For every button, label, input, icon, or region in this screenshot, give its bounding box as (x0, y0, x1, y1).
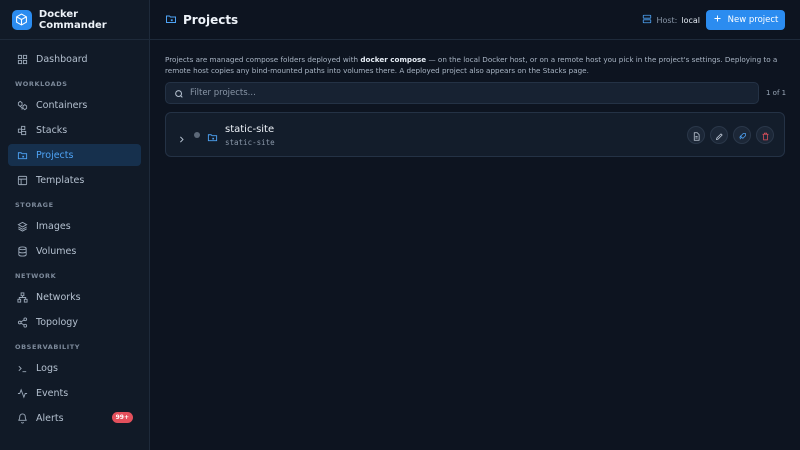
status-dot (194, 132, 200, 138)
section-label-observability: OBSERVABILITY (15, 343, 81, 351)
server-icon (642, 14, 652, 26)
new-project-button[interactable]: New project (706, 10, 785, 30)
delete-button[interactable] (756, 126, 774, 144)
deploy-button[interactable] (733, 126, 751, 144)
containers-icon (16, 99, 28, 111)
sidebar-item-dashboard[interactable]: Dashboard (8, 48, 141, 70)
sidebar-item-label: Topology (36, 316, 78, 328)
description-text: Projects are managed compose folders dep… (165, 55, 361, 64)
sidebar-item-label: Containers (36, 99, 88, 111)
sidebar: Docker Commander Dashboard WORKLOADS Con… (0, 0, 150, 450)
description-bold: docker compose (360, 55, 427, 64)
file-text-icon (692, 126, 701, 145)
cube-logo-icon (12, 9, 32, 30)
host-value: local (681, 15, 700, 25)
sidebar-item-label: Dashboard (36, 53, 88, 65)
sidebar-item-label: Templates (36, 174, 85, 186)
sidebar-nav: Dashboard WORKLOADS Containers Stacks Pr… (0, 40, 149, 429)
page-description: Projects are managed compose folders dep… (165, 55, 787, 76)
sidebar-item-label: Images (36, 220, 71, 232)
sidebar-item-label: Stacks (36, 124, 68, 136)
app-name: Docker Commander (38, 8, 107, 31)
folder-icon (165, 10, 177, 29)
sidebar-item-stacks[interactable]: Stacks (8, 119, 141, 141)
project-name[interactable]: static-site (225, 124, 274, 135)
edit-button[interactable] (710, 126, 728, 144)
pencil-icon (715, 126, 724, 145)
folder-icon (16, 149, 28, 161)
sidebar-item-label: Projects (36, 149, 74, 161)
sidebar-item-templates[interactable]: Templates (8, 169, 141, 191)
plus-icon (713, 14, 722, 26)
section-label-workloads: WORKLOADS (15, 80, 68, 88)
sidebar-item-label: Volumes (36, 245, 77, 257)
filter-box[interactable] (165, 82, 759, 104)
section-label-network: NETWORK (15, 272, 57, 280)
database-icon (16, 245, 28, 257)
sidebar-item-logs[interactable]: Logs (8, 357, 141, 379)
share-nodes-icon (16, 316, 28, 328)
alerts-count-badge: 99+ (111, 412, 133, 423)
host-label: Host: (656, 15, 678, 25)
sidebar-item-label: Events (36, 387, 69, 399)
sidebar-item-topology[interactable]: Topology (8, 311, 141, 333)
layers-icon (16, 220, 28, 232)
bell-icon (16, 412, 28, 424)
sidebar-item-containers[interactable]: Containers (8, 94, 141, 116)
sidebar-item-projects[interactable]: Projects (8, 144, 141, 166)
host-selector[interactable]: Host: local (642, 14, 700, 26)
chevron-right-icon[interactable] (177, 129, 186, 148)
sidebar-item-label: Networks (36, 291, 81, 303)
trash-icon (761, 126, 770, 145)
sidebar-item-networks[interactable]: Networks (8, 286, 141, 308)
brand[interactable]: Docker Commander (0, 0, 149, 40)
new-project-label: New project (727, 15, 779, 25)
view-file-button[interactable] (687, 126, 705, 144)
pagination-count: 1 of 1 (766, 89, 787, 97)
sidebar-item-events[interactable]: Events (8, 382, 141, 404)
stacks-icon (16, 124, 28, 136)
section-label-storage: STORAGE (15, 201, 54, 209)
filter-input[interactable] (190, 88, 730, 98)
templates-icon (16, 174, 28, 186)
terminal-icon (16, 362, 28, 374)
header: Projects Host: local New project (150, 0, 800, 40)
sidebar-item-alerts[interactable]: Alerts 99+ (8, 407, 141, 429)
dashboard-grid-icon (16, 53, 28, 65)
network-icon (16, 291, 28, 303)
sidebar-item-volumes[interactable]: Volumes (8, 240, 141, 262)
sidebar-item-label: Logs (36, 362, 58, 374)
search-icon (174, 84, 184, 103)
sidebar-item-images[interactable]: Images (8, 215, 141, 237)
project-card[interactable]: static-site static-site (165, 112, 785, 157)
sidebar-item-label: Alerts (36, 412, 64, 424)
folder-icon (207, 128, 218, 147)
rocket-icon (738, 126, 747, 145)
activity-icon (16, 387, 28, 399)
project-subtitle: static-site (225, 138, 275, 147)
page-title: Projects (183, 12, 239, 27)
